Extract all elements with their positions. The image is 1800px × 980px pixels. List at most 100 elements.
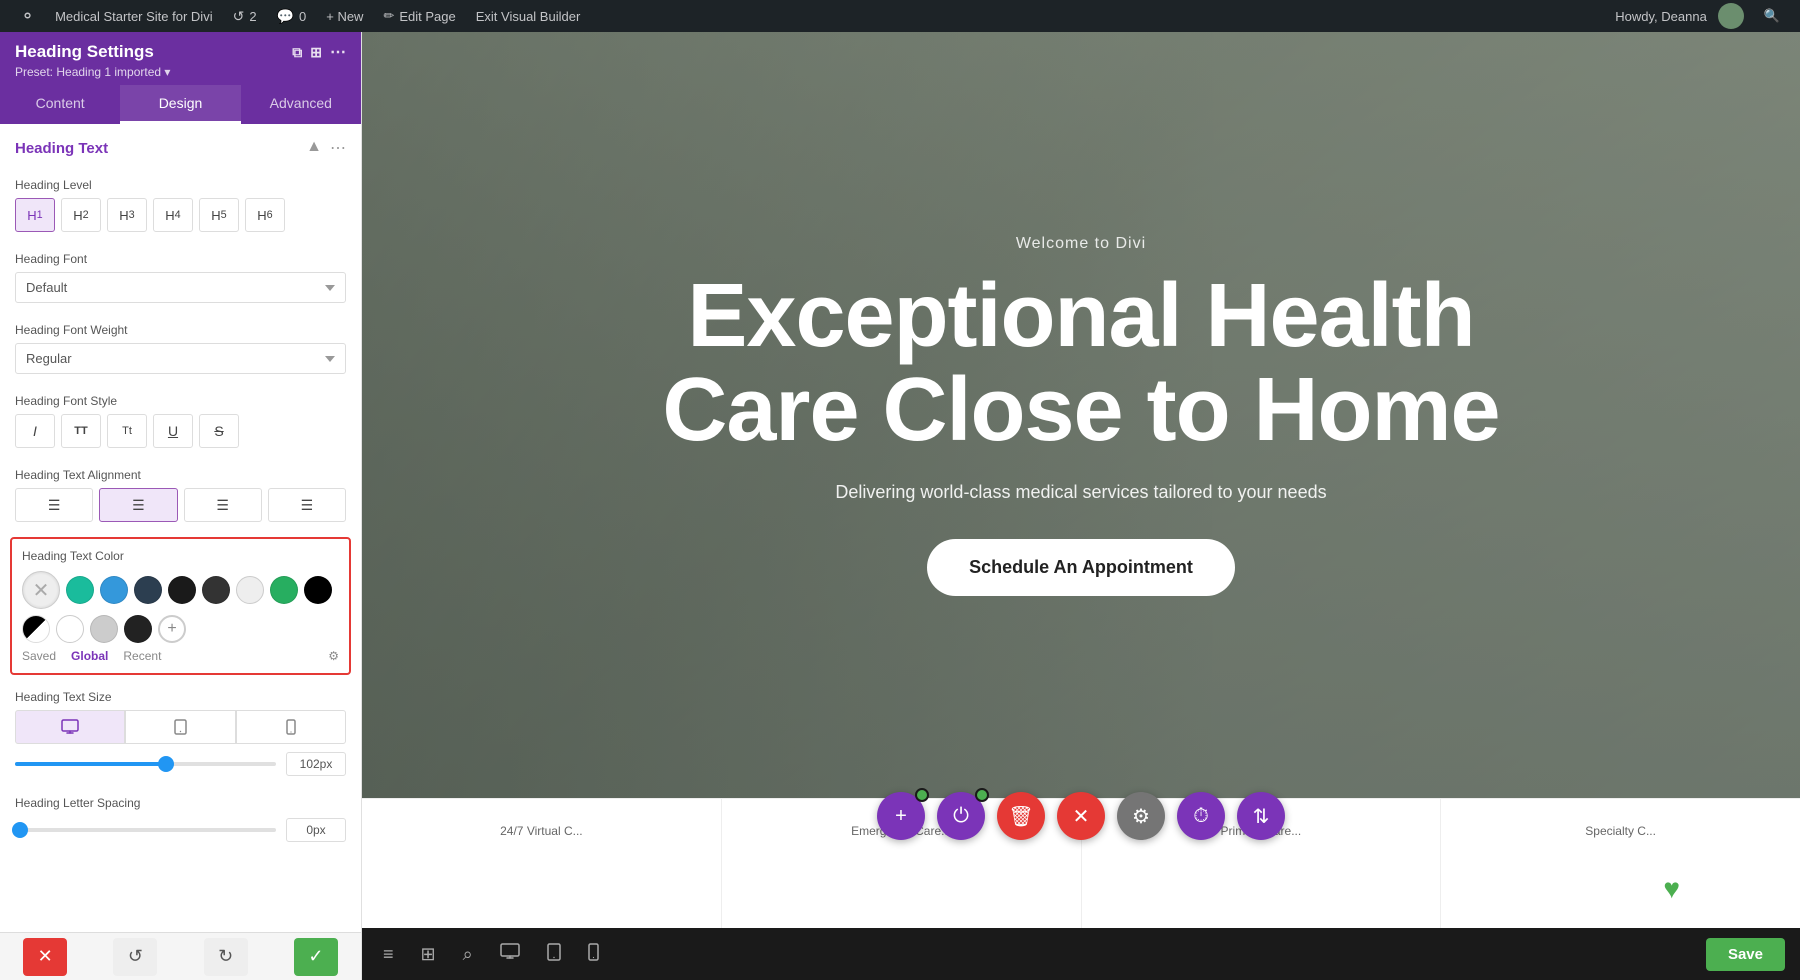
- save-button[interactable]: Save: [1706, 938, 1785, 971]
- section-collapse-icon[interactable]: ▲: [306, 138, 322, 158]
- builder-search-icon[interactable]: ⌕: [457, 938, 479, 971]
- builder-grid-icon[interactable]: ⊞: [415, 938, 442, 971]
- heading-text-color-label: Heading Text Color: [22, 549, 339, 563]
- color-swatch-black1[interactable]: [168, 576, 196, 604]
- section-more-icon[interactable]: ⋯: [330, 138, 346, 158]
- heading-level-h3[interactable]: H3: [107, 198, 147, 232]
- panel-preset[interactable]: Preset: Heading 1 imported ▾: [15, 65, 346, 79]
- fab-settings-button[interactable]: ⚙: [1117, 792, 1165, 840]
- more-options-icon[interactable]: ⋯: [330, 42, 346, 62]
- color-swatch-lightgray[interactable]: [236, 576, 264, 604]
- comments-item[interactable]: 💬 0: [267, 0, 317, 32]
- avatar: [1718, 3, 1744, 29]
- color-swatch-blue1[interactable]: [100, 576, 128, 604]
- align-center[interactable]: ☰: [99, 488, 177, 522]
- admin-search-item[interactable]: 🔍: [1754, 0, 1790, 32]
- card-247: 24/7 Virtual C...: [362, 799, 722, 928]
- builder-hamburger-icon[interactable]: ≡: [377, 938, 400, 971]
- heading-text-size-row: Heading Text Size: [0, 680, 361, 786]
- grid-icon[interactable]: ⊞: [310, 44, 322, 61]
- heading-text-size-label: Heading Text Size: [15, 690, 346, 704]
- tab-content[interactable]: Content: [0, 85, 120, 124]
- color-settings-icon[interactable]: ⚙: [328, 649, 339, 663]
- heading-text-section-title: Heading Text: [15, 140, 108, 157]
- redo-button[interactable]: ↻: [204, 938, 248, 976]
- font-style-uppercase[interactable]: TT: [61, 414, 101, 448]
- card-specialty: Specialty C...: [1441, 799, 1800, 928]
- heading-letter-spacing-track[interactable]: [15, 828, 276, 832]
- color-swatch-dark1[interactable]: [134, 576, 162, 604]
- color-tab-recent[interactable]: Recent: [123, 649, 161, 663]
- heading-level-h2[interactable]: H2: [61, 198, 101, 232]
- size-device-tablet[interactable]: [125, 710, 235, 744]
- wp-logo-item[interactable]: ⚬: [10, 0, 45, 32]
- card-specialty-label: Specialty C...: [1585, 824, 1656, 838]
- active-color-swatch[interactable]: ✕: [22, 571, 60, 609]
- hero-cta-button[interactable]: Schedule An Appointment: [927, 539, 1235, 596]
- color-swatch-green1[interactable]: [66, 576, 94, 604]
- heading-level-h4[interactable]: H4: [153, 198, 193, 232]
- color-swatch-green2[interactable]: [270, 576, 298, 604]
- color-tab-saved[interactable]: Saved: [22, 649, 56, 663]
- heading-font-weight-select[interactable]: Regular Bold Light: [15, 343, 346, 374]
- heading-font-style-row: Heading Font Style I TT Tt U S: [0, 384, 361, 458]
- color-swatch-nearblack[interactable]: [124, 615, 152, 643]
- site-name-item[interactable]: Medical Starter Site for Divi: [45, 0, 223, 32]
- align-left[interactable]: ☰: [15, 488, 93, 522]
- howdy-item[interactable]: Howdy, Deanna: [1605, 0, 1754, 32]
- edit-page-label: Edit Page: [399, 9, 455, 24]
- color-swatch-halfhalf[interactable]: [22, 615, 50, 643]
- color-swatch-white[interactable]: [56, 615, 84, 643]
- undo-button[interactable]: ↺: [113, 938, 157, 976]
- color-swatch-black2[interactable]: [304, 576, 332, 604]
- font-style-italic[interactable]: I: [15, 414, 55, 448]
- panel-title-row: Heading Settings ⧉ ⊞ ⋯: [15, 42, 346, 62]
- color-add-button[interactable]: +: [158, 615, 186, 643]
- heading-level-h5[interactable]: H5: [199, 198, 239, 232]
- new-item[interactable]: + New: [316, 0, 373, 32]
- heading-level-h6[interactable]: H6: [245, 198, 285, 232]
- heading-text-alignment-group: ☰ ☰ ☰ ☰: [15, 488, 346, 522]
- color-tab-global[interactable]: Global: [71, 649, 108, 663]
- size-device-desktop[interactable]: [15, 710, 125, 744]
- fab-sort-button[interactable]: ⇅: [1237, 792, 1285, 840]
- exit-builder-item[interactable]: Exit Visual Builder: [466, 0, 591, 32]
- heading-text-alignment-label: Heading Text Alignment: [15, 468, 346, 482]
- cancel-button[interactable]: ✕: [23, 938, 67, 976]
- font-style-strikethrough[interactable]: S: [199, 414, 239, 448]
- revisions-icon: ↺: [233, 8, 245, 25]
- font-style-underline[interactable]: U: [153, 414, 193, 448]
- heading-text-size-input[interactable]: 102px: [286, 752, 346, 776]
- heading-text-size-track[interactable]: [15, 762, 276, 766]
- builder-mobile-icon[interactable]: [582, 937, 605, 972]
- size-device-mobile[interactable]: [236, 710, 346, 744]
- color-swatches-row2: +: [22, 615, 339, 643]
- builder-tablet-icon[interactable]: [541, 937, 567, 972]
- fab-trash-button[interactable]: 🗑: [997, 792, 1045, 840]
- confirm-button[interactable]: ✓: [294, 938, 338, 976]
- heading-font-select[interactable]: Default Arial Georgia Roboto: [15, 272, 346, 303]
- fab-clock-button[interactable]: ⏱: [1177, 792, 1225, 840]
- heading-level-h1[interactable]: H1: [15, 198, 55, 232]
- align-justify[interactable]: ☰: [268, 488, 346, 522]
- align-right[interactable]: ☰: [184, 488, 262, 522]
- revisions-item[interactable]: ↺ 2: [223, 0, 267, 32]
- tab-design[interactable]: Design: [120, 85, 240, 124]
- admin-search-icon: 🔍: [1764, 8, 1780, 24]
- duplicate-icon[interactable]: ⧉: [292, 44, 302, 61]
- color-tabs-row: Saved Global Recent ⚙: [22, 649, 339, 663]
- color-swatch-gray[interactable]: [90, 615, 118, 643]
- edit-page-item[interactable]: ✏ Edit Page: [373, 0, 465, 32]
- builder-desktop-icon[interactable]: [494, 937, 526, 971]
- fab-add-badge: [915, 788, 929, 802]
- color-swatch-charcoal[interactable]: [202, 576, 230, 604]
- heading-letter-spacing-input[interactable]: 0px: [286, 818, 346, 842]
- tab-advanced[interactable]: Advanced: [241, 85, 361, 124]
- heading-font-weight-row: Heading Font Weight Regular Bold Light: [0, 313, 361, 384]
- site-name: Medical Starter Site for Divi: [55, 9, 213, 24]
- exit-builder-label: Exit Visual Builder: [476, 9, 581, 24]
- fab-power-wrapper: ⏻: [937, 792, 985, 840]
- fab-close-button[interactable]: ✕: [1057, 792, 1105, 840]
- revisions-count: 2: [249, 9, 256, 24]
- font-style-capitalize[interactable]: Tt: [107, 414, 147, 448]
